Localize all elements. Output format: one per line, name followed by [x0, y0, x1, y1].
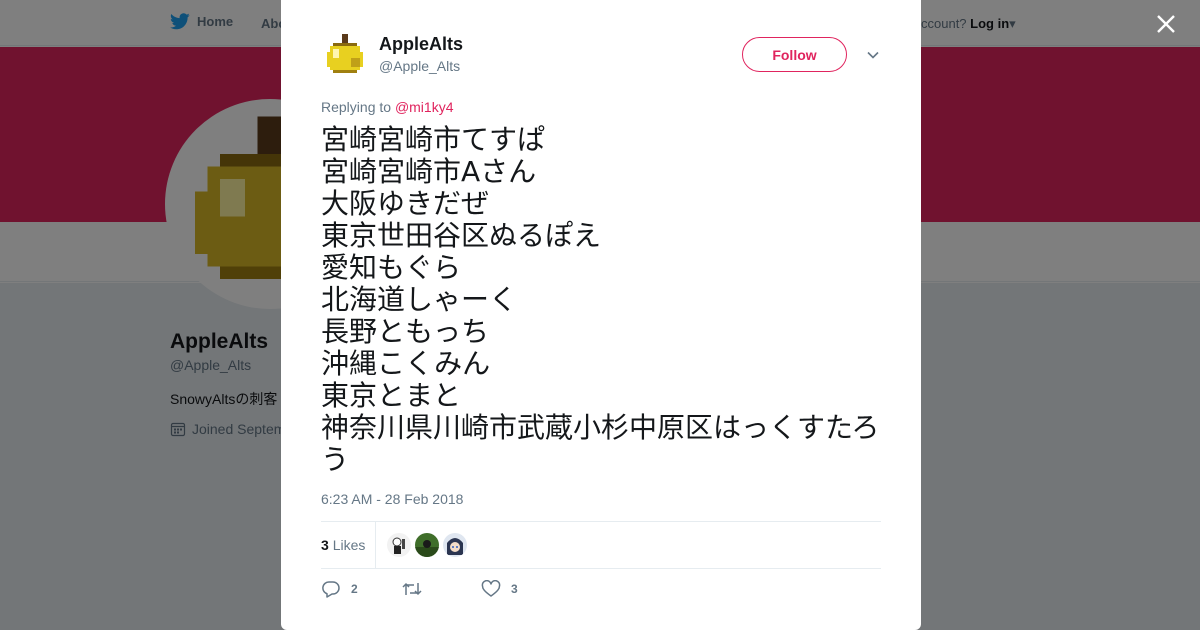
tweet-author-handle[interactable]: @Apple_Alts	[379, 58, 460, 74]
tweet-line: 北海道しゃーく	[321, 283, 518, 316]
tweet-line: 神奈川県川崎市武蔵小杉中原区はっくすたろう	[321, 411, 880, 476]
likes-count: 3	[321, 537, 329, 553]
reply-count: 2	[351, 582, 358, 596]
tweet-line: 沖縄こくみん	[321, 347, 491, 380]
heart-icon	[481, 580, 501, 597]
liker-avatar[interactable]	[443, 533, 467, 557]
retweet-action[interactable]	[401, 580, 433, 598]
tweet-author-name[interactable]: AppleAlts	[379, 34, 463, 55]
liker-avatar-image	[387, 533, 411, 557]
golden-apple-icon	[321, 31, 369, 79]
tweet-line: 愛知もぐら	[321, 251, 462, 284]
tweet-menu-button[interactable]	[865, 47, 881, 63]
stats-divider	[375, 522, 376, 568]
tweet-line: 東京世田谷区ぬるぽえ	[321, 219, 602, 252]
replying-to-link[interactable]: @mi1ky4	[395, 99, 454, 115]
tweet-text: 宮崎宮崎市てすぱ 宮崎宮崎市Aさん 大阪ゆきだぜ 東京世田谷区ぬるぽえ 愛知もぐ…	[321, 124, 881, 476]
likes-stat[interactable]: 3 Likes	[321, 537, 365, 553]
like-action[interactable]: 3	[481, 580, 518, 598]
tweet-timestamp[interactable]: 6:23 AM - 28 Feb 2018	[321, 491, 463, 507]
liker-avatar-image	[415, 533, 439, 557]
tweet-stats: 3 Likes	[321, 521, 881, 569]
reply-icon	[322, 581, 340, 598]
tweet-modal: AppleAlts @Apple_Alts Follow Replying to…	[281, 0, 921, 630]
liker-avatar[interactable]	[415, 533, 439, 557]
liker-avatars	[387, 533, 467, 557]
chevron-down-icon	[867, 51, 879, 59]
liker-avatar-image	[443, 533, 467, 557]
likes-label: Likes	[332, 537, 366, 553]
replying-prefix: Replying to	[321, 99, 392, 115]
liker-avatar[interactable]	[387, 533, 411, 557]
follow-button[interactable]: Follow	[742, 37, 847, 72]
retweet-icon	[402, 582, 422, 596]
tweet-line: 大阪ゆきだぜ	[321, 187, 490, 220]
close-button[interactable]	[1152, 10, 1180, 38]
tweet-line: 東京とまと	[321, 379, 462, 412]
like-count: 3	[511, 582, 518, 596]
reply-action[interactable]: 2	[321, 580, 358, 598]
close-icon	[1157, 15, 1175, 33]
tweet-line: 宮崎宮崎市てすぱ	[321, 123, 546, 156]
tweet-line: 長野ともっち	[321, 315, 490, 348]
tweet-author-avatar[interactable]	[321, 31, 369, 79]
tweet-line: 宮崎宮崎市Aさん	[321, 155, 537, 188]
replying-to: Replying to @mi1ky4	[321, 99, 454, 115]
